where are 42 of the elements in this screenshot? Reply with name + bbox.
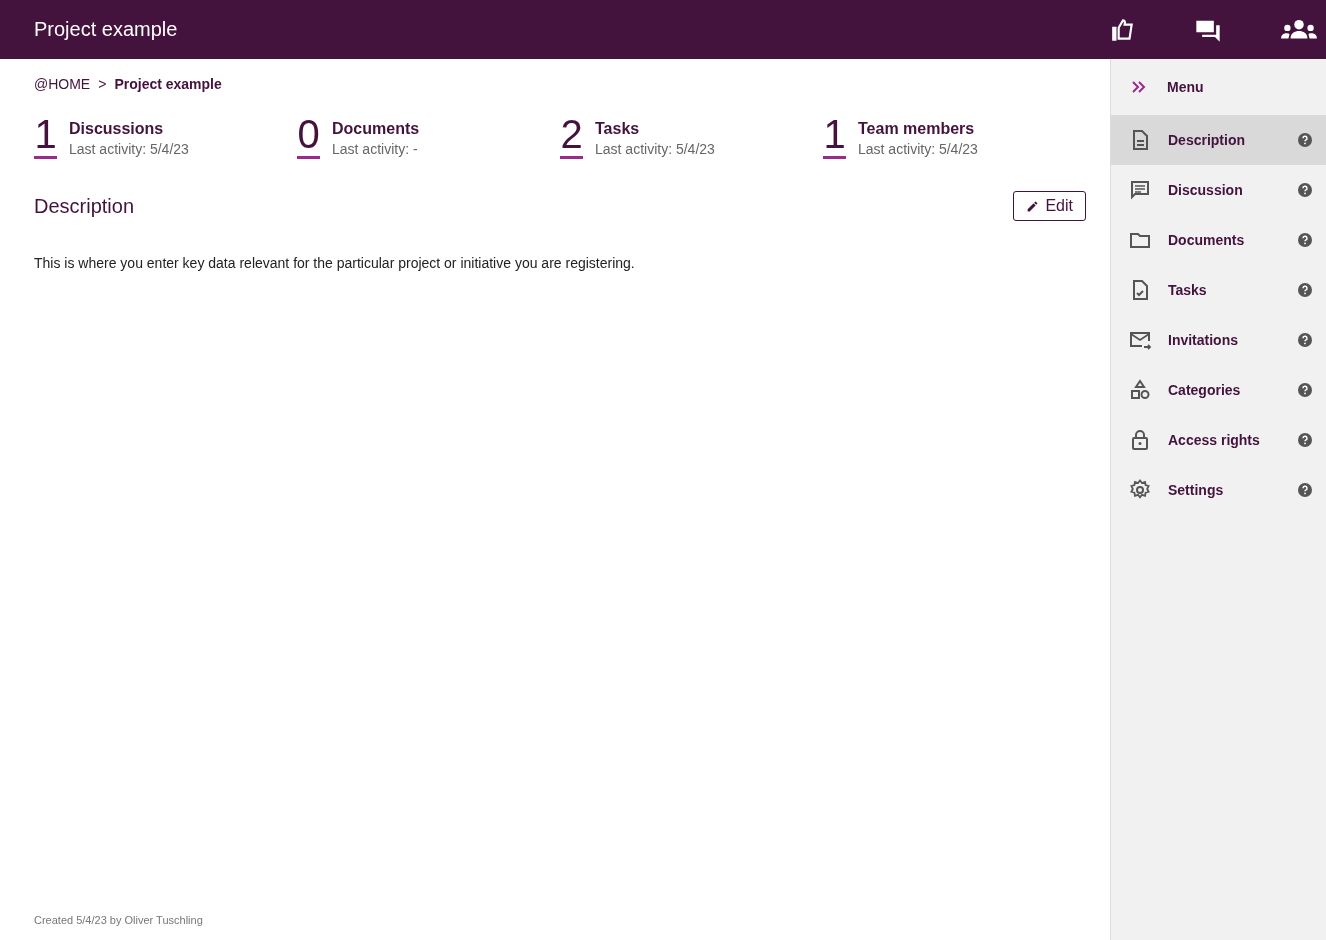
breadcrumb-link[interactable]: @HOME bbox=[34, 76, 91, 92]
sidebar-item[interactable]: Settings bbox=[1111, 465, 1326, 515]
breadcrumb-separator: > bbox=[98, 76, 107, 92]
section-title: Description bbox=[34, 194, 135, 218]
last-activity: Last activity: 5/4/23 bbox=[69, 141, 189, 157]
stat-label[interactable]: Documents bbox=[332, 120, 420, 138]
help-icon[interactable] bbox=[1298, 133, 1312, 147]
sidebar-item[interactable]: Tasks bbox=[1111, 265, 1326, 315]
double-chevron-icon[interactable] bbox=[1131, 80, 1147, 94]
sidebar-item[interactable]: Documents bbox=[1111, 215, 1326, 265]
stat-count: 1 bbox=[34, 114, 57, 159]
last-activity: Last activity: 5/4/23 bbox=[858, 141, 978, 157]
sidebar-item[interactable]: Description bbox=[1111, 115, 1326, 165]
stat-count: 0 bbox=[297, 114, 320, 159]
stat-count: 2 bbox=[560, 114, 583, 159]
help-icon[interactable] bbox=[1298, 233, 1312, 247]
help-icon[interactable] bbox=[1298, 183, 1312, 197]
edit-button[interactable]: Edit bbox=[1013, 191, 1086, 221]
last-activity: Last activity: 5/4/23 bbox=[595, 141, 715, 157]
stat-label[interactable]: Tasks bbox=[595, 120, 715, 138]
help-icon[interactable] bbox=[1298, 483, 1312, 497]
stat-label[interactable]: Team members bbox=[858, 120, 978, 138]
stat-label[interactable]: Discussions bbox=[69, 120, 189, 138]
description-text: This is where you enter key data relevant for the particular project or initiative you are registering. bbox=[34, 255, 636, 271]
sidebar-item[interactable]: Discussion bbox=[1111, 165, 1326, 215]
help-icon[interactable] bbox=[1298, 333, 1312, 347]
shapes-icon bbox=[1128, 378, 1152, 402]
stat-count: 1 bbox=[823, 114, 846, 159]
last-activity: Last activity: - bbox=[332, 141, 419, 157]
chat-icon bbox=[1128, 178, 1152, 202]
help-icon[interactable] bbox=[1298, 283, 1312, 297]
breadcrumb-current: Project example bbox=[114, 76, 222, 92]
help-icon[interactable] bbox=[1298, 433, 1312, 447]
sidebar-item[interactable]: Access rights bbox=[1111, 415, 1326, 465]
thumbs-up-icon[interactable] bbox=[1110, 16, 1136, 43]
page-title: Project example bbox=[34, 18, 178, 41]
menu-label[interactable]: Menu bbox=[1167, 79, 1204, 95]
help-icon[interactable] bbox=[1298, 383, 1312, 397]
sidebar-item[interactable]: Invitations bbox=[1111, 315, 1326, 365]
pencil-icon bbox=[1026, 199, 1040, 213]
sidebar-item[interactable]: Categories bbox=[1111, 365, 1326, 415]
created-note: Created 5/4/23 by Oliver Tuschling bbox=[34, 914, 204, 926]
